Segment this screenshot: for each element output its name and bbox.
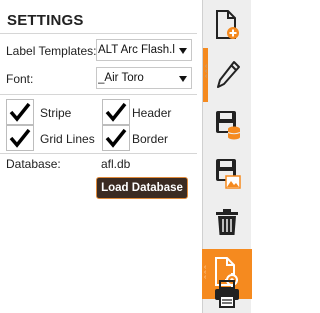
- settings-panel: SETTINGS Label Templates: ALT Arc Flash.…: [0, 0, 202, 313]
- checkmark-icon: [9, 102, 31, 122]
- divider: [0, 153, 197, 154]
- grid-lines-label: Grid Lines: [40, 132, 95, 146]
- label-templates-label: Label Templates:: [6, 44, 97, 58]
- font-value: _Air Toro: [98, 72, 144, 84]
- trash-icon: [216, 209, 238, 235]
- new-document-button[interactable]: [203, 0, 252, 50]
- checkmark-icon: [9, 128, 31, 148]
- divider: [0, 94, 197, 95]
- label-templates-value: ALT Arc Flash.lfaf: [98, 44, 175, 56]
- printer-icon: [215, 280, 239, 308]
- save-image-icon: [216, 159, 241, 189]
- delete-button[interactable]: [203, 198, 252, 248]
- border-label: Border: [132, 132, 169, 146]
- header-checkbox[interactable]: [102, 99, 130, 125]
- font-label: Font:: [6, 72, 34, 86]
- border-checkbox[interactable]: [102, 125, 130, 151]
- grid-lines-checkbox[interactable]: [6, 125, 34, 151]
- database-label: Database:: [6, 157, 61, 171]
- pencil-icon: [217, 61, 240, 88]
- load-database-button[interactable]: Load Database: [96, 177, 188, 199]
- checkmark-icon: [105, 102, 127, 122]
- font-select[interactable]: _Air Toro: [96, 67, 192, 89]
- toolbar: ‹ ‹ ‹ ‹ ‹ ‹: [202, 0, 252, 313]
- edit-button[interactable]: [203, 50, 252, 100]
- app-root: SETTINGS Label Templates: ALT Arc Flash.…: [0, 0, 252, 313]
- label-templates-select[interactable]: ALT Arc Flash.lfaf: [96, 39, 192, 61]
- save-database-icon: [216, 111, 241, 140]
- save-to-database-button[interactable]: [203, 100, 252, 150]
- checkmark-icon: [105, 128, 127, 148]
- save-image-button[interactable]: [203, 148, 252, 198]
- chevron-down-icon: [179, 48, 187, 54]
- divider: [0, 33, 197, 34]
- stripe-label: Stripe: [40, 106, 72, 120]
- header-label: Header: [132, 106, 172, 120]
- document-plus-icon: [216, 10, 239, 39]
- panel-title: SETTINGS: [7, 12, 84, 29]
- database-value: afl.db: [101, 157, 131, 171]
- stripe-checkbox[interactable]: [6, 99, 34, 125]
- chevron-down-icon: [179, 76, 187, 82]
- print-button[interactable]: [203, 276, 252, 313]
